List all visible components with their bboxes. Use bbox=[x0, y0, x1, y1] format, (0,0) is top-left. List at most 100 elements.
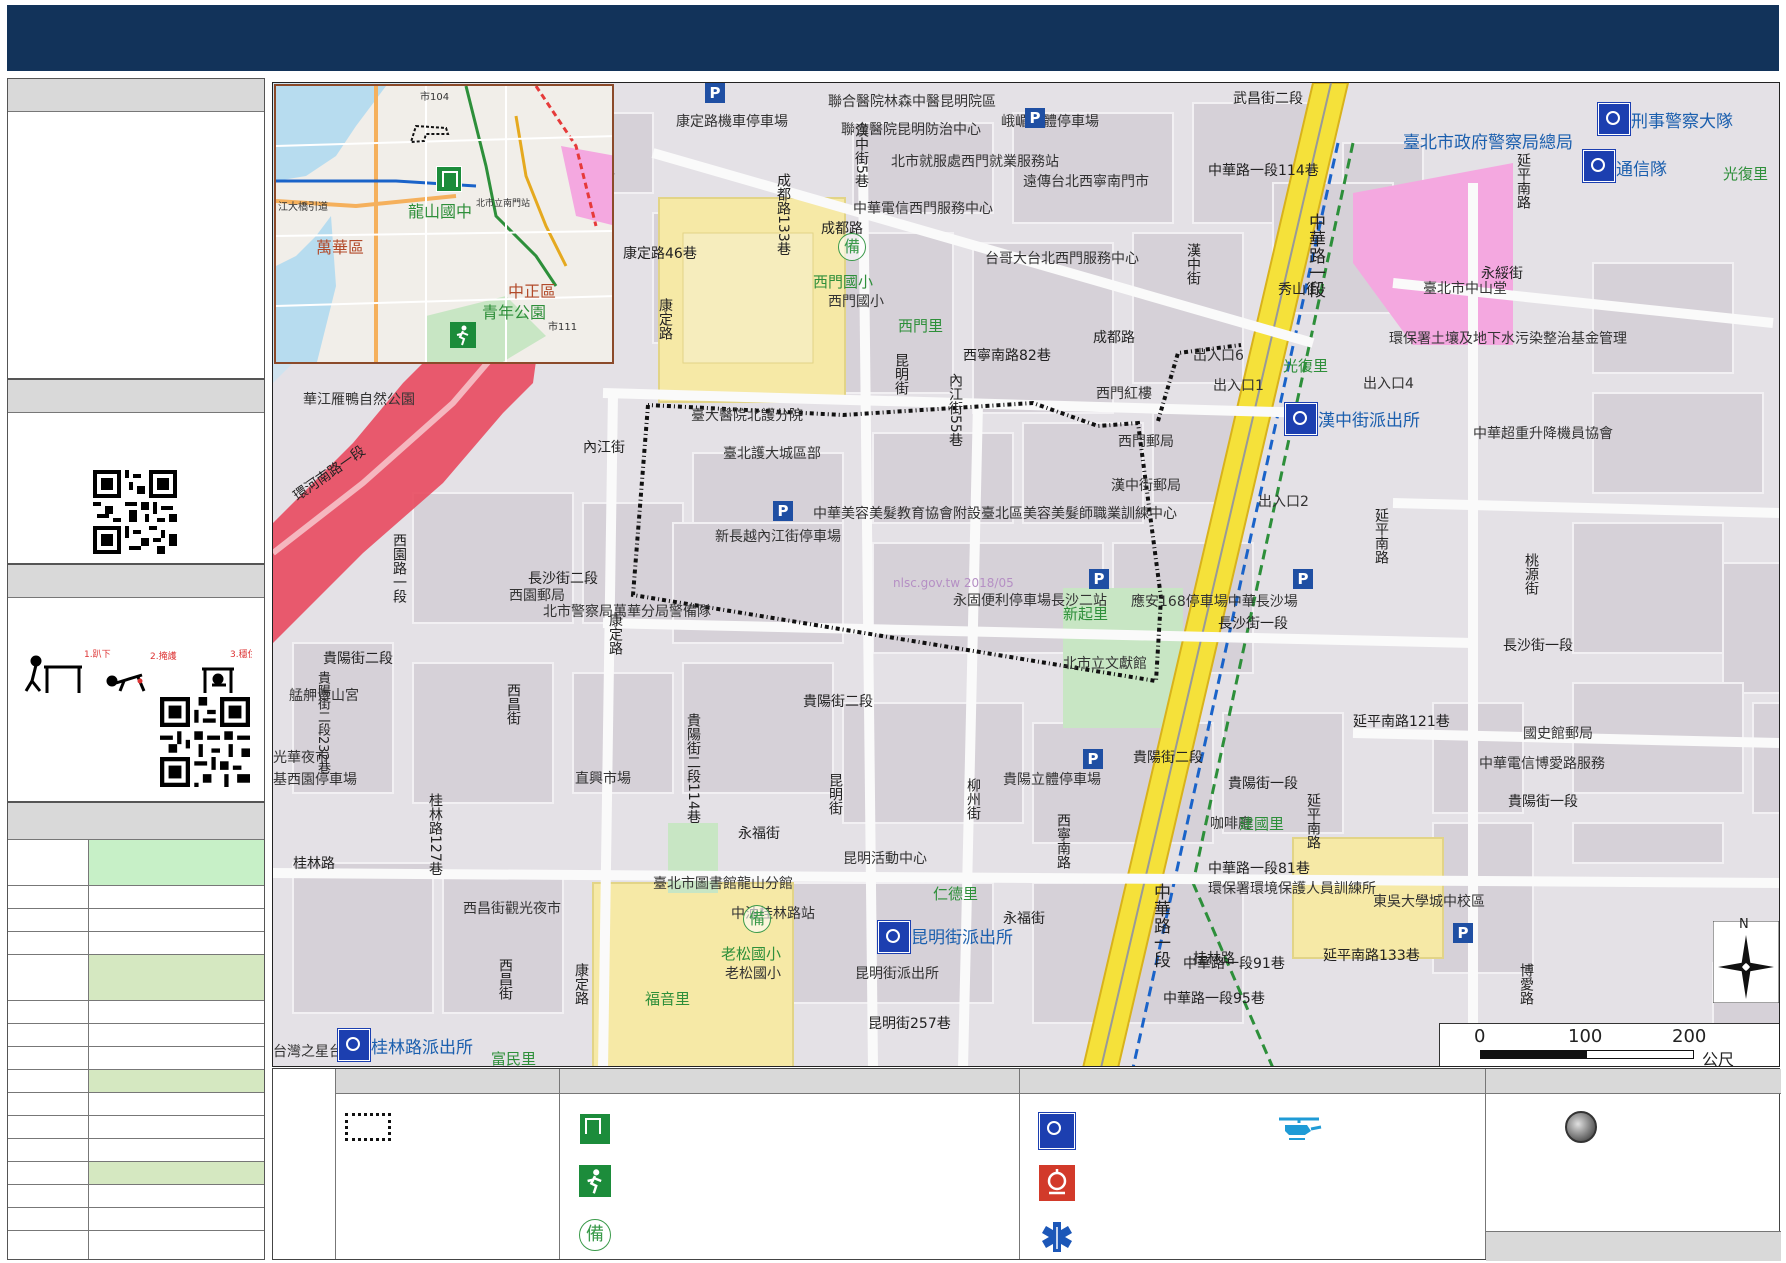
road-yanping-121: 延平南路121巷 bbox=[1353, 714, 1450, 730]
road-xichang: 西昌街 bbox=[505, 683, 521, 725]
road-zhonghua-95: 中華路一段95巷 bbox=[1163, 991, 1265, 1007]
table-row bbox=[8, 1069, 264, 1092]
parking-icon: P bbox=[1293, 569, 1313, 589]
road-kunming-b: 昆明街 bbox=[827, 773, 843, 815]
sidebar-qr-panel bbox=[7, 379, 265, 564]
poi-exit4: 出入口4 bbox=[1363, 376, 1414, 392]
qr-code-icon[interactable] bbox=[160, 697, 250, 787]
parking-icon: P bbox=[705, 83, 725, 103]
poi-taiwan-star: 台灣之星台 bbox=[273, 1044, 343, 1060]
school-laosong-label: 老松國小 bbox=[721, 945, 782, 963]
scale-tick-0: 0 bbox=[1474, 1026, 1486, 1047]
sidebar-quake-panel: 1.趴下 2.掩護 3.穩住 bbox=[7, 564, 265, 802]
inset-map[interactable]: 龍山國中 萬華區 中正區 青年公園 市104 市111 北市立南門站 江大橋引道 bbox=[274, 84, 614, 364]
table-row bbox=[8, 954, 264, 1000]
table-row bbox=[8, 1230, 264, 1259]
police-badge-icon[interactable] bbox=[1598, 103, 1630, 135]
poi-guanghua-night: 光華夜市 bbox=[273, 750, 329, 766]
running-man-icon bbox=[450, 322, 476, 348]
police-hq: 臺北市政府警察局總局 bbox=[1403, 133, 1573, 153]
poi-beauty: 中華美容美髮教育協會附設臺北區美容美髮師職業訓練中心 bbox=[813, 506, 1177, 522]
poi-kangding-park: 康定路機車停車場 bbox=[676, 114, 788, 130]
legend-panel: 備 bbox=[272, 1068, 1781, 1261]
reserve-circle-icon: 備 bbox=[579, 1219, 611, 1251]
police-badge-icon[interactable] bbox=[1583, 150, 1615, 182]
table-row bbox=[8, 1207, 264, 1230]
table-row bbox=[8, 1184, 264, 1207]
poi-huajiang: 華江雁鴨自然公園 bbox=[303, 392, 415, 408]
star-of-life-icon bbox=[1042, 1222, 1072, 1252]
poi-emei-park: 峨嵋立體停車場 bbox=[1001, 114, 1099, 130]
table-row bbox=[8, 1092, 264, 1115]
poi-guoshi: 國史館郵局 bbox=[1523, 726, 1593, 742]
road-zhonghua-114: 中華路一段114巷 bbox=[1208, 163, 1319, 179]
scale-tick-100: 100 bbox=[1568, 1026, 1603, 1047]
road-guilin: 桂林路 bbox=[293, 856, 335, 872]
police-kunming: 昆明街派出所 bbox=[911, 928, 1013, 948]
road-guiyang-2: 貴陽街二段 bbox=[803, 694, 873, 710]
police-guilin: 桂林路派出所 bbox=[371, 1038, 473, 1058]
scale-tick-200: 200 bbox=[1672, 1026, 1707, 1047]
inset-school: 龍山國中 bbox=[408, 202, 473, 221]
road-yanping-s-b: 延平南路 bbox=[1373, 508, 1389, 564]
police-badge-icon[interactable] bbox=[1285, 403, 1317, 435]
table-row bbox=[8, 1161, 264, 1184]
police-hanzhong: 漢中街派出所 bbox=[1318, 411, 1420, 431]
legend-header-3 bbox=[1019, 1069, 1485, 1094]
poi-ntuh: 臺大醫院北護分院 bbox=[691, 408, 803, 424]
table-row bbox=[8, 1023, 264, 1046]
running-man-icon bbox=[579, 1165, 611, 1197]
inset-road-111: 市111 bbox=[548, 322, 578, 333]
police-badge-icon[interactable] bbox=[338, 1029, 370, 1061]
legend-header-1 bbox=[335, 1069, 559, 1094]
poi-zhongguo: 中華超重升降機員協會 bbox=[1473, 426, 1613, 442]
title-banner bbox=[7, 5, 1779, 71]
road-xining-82: 西寧南路82巷 bbox=[963, 348, 1051, 364]
police-badge-icon[interactable] bbox=[878, 921, 910, 953]
road-yanping-s-c: 延平南路 bbox=[1305, 793, 1321, 849]
road-zhonghua-1b: 中華路一段 bbox=[1150, 883, 1170, 968]
police-badge-icon bbox=[1039, 1113, 1075, 1149]
road-liuzhou: 柳州街 bbox=[965, 778, 981, 820]
poi-cht-museum: 中華電信博愛路服務 bbox=[1479, 756, 1605, 772]
inset-district-wanhua: 萬華區 bbox=[316, 238, 365, 257]
scale-unit: 公尺 bbox=[1702, 1050, 1735, 1067]
road-changsha-1: 長沙街一段 bbox=[1218, 616, 1288, 632]
road-wuchang-2: 武昌街二段 bbox=[1233, 91, 1303, 107]
li-guangfu: 光復里 bbox=[1283, 357, 1329, 375]
compass-n: N bbox=[1739, 917, 1749, 932]
road-kangding: 康定路 bbox=[657, 298, 673, 340]
quake-step-1: 1.趴下 bbox=[84, 649, 111, 660]
poi-ximen-post: 西門郵局 bbox=[1118, 434, 1174, 450]
parking-icon: P bbox=[1089, 569, 1109, 589]
road-chengdu-133: 成都路133巷 bbox=[775, 173, 791, 256]
road-guiyang-2b: 貴陽街二段 bbox=[1133, 750, 1203, 766]
poi-exit1: 出入口1 bbox=[1213, 378, 1264, 394]
evacuation-exit-icon bbox=[579, 1113, 611, 1145]
grey-circle-icon bbox=[1565, 1111, 1597, 1143]
watermark: nlsc.gov.tw 2018/05 bbox=[893, 576, 1014, 590]
poi-yuanchuan: 遠傳台北西寧南門市 bbox=[1023, 174, 1149, 190]
road-guiyang-1b: 貴陽街一段 bbox=[1508, 794, 1578, 810]
qr-code-icon[interactable] bbox=[93, 470, 177, 554]
li-renyin: 仁德里 bbox=[933, 885, 979, 903]
parking-icon: P bbox=[773, 501, 793, 521]
poi-guiyang-park: 貴陽立體停車場 bbox=[1003, 772, 1101, 788]
inset-road-104: 市104 bbox=[420, 92, 450, 103]
poi-culture-hall: 北市立文獻館 bbox=[1063, 656, 1147, 672]
poi-qingshan: 艋舺青山宮 bbox=[289, 688, 359, 704]
fire-department-icon bbox=[1039, 1165, 1075, 1201]
poi-wanhua-police: 北市警察局萬華分局警備隊 bbox=[543, 604, 711, 620]
poi-env: 環保署環境保護人員訓練所 bbox=[1208, 881, 1376, 897]
parking-icon: P bbox=[1025, 108, 1045, 128]
evacuation-exit-icon bbox=[436, 166, 462, 192]
inset-bridge: 江大橋引道 bbox=[278, 202, 328, 213]
li-ximen: 西門里 bbox=[898, 317, 944, 335]
poi-library: 臺北市圖書館龍山分館 bbox=[653, 876, 793, 892]
school-ximen-label: 西門國小 bbox=[813, 273, 874, 291]
poi-xichang-market: 西昌街觀光夜市 bbox=[463, 901, 561, 917]
table-row bbox=[8, 1138, 264, 1161]
reserve-circle-icon: 備 bbox=[743, 905, 771, 933]
poi-hanzhong-post: 漢中街郵局 bbox=[1111, 478, 1181, 494]
road-kangding-46: 康定路46巷 bbox=[623, 246, 697, 262]
